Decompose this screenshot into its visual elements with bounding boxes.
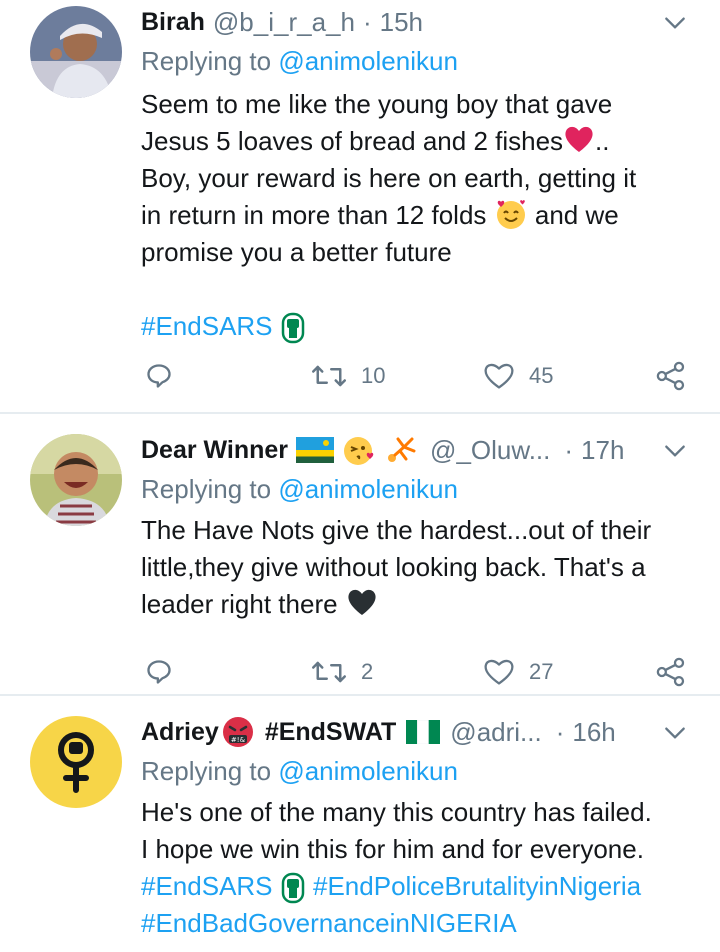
- retweet-button[interactable]: 10: [311, 356, 385, 396]
- display-name[interactable]: Dear Winner: [141, 436, 288, 465]
- tweet-text-line: promise you a better future: [141, 237, 452, 267]
- tweet-text-line: Jesus 5 loaves of bread and 2 fishes..: [141, 126, 610, 156]
- avatar[interactable]: [30, 6, 122, 98]
- svg-text:#!&: #!&: [231, 736, 246, 744]
- tweet-text-line: leader right there: [141, 586, 700, 623]
- chevron-down-icon[interactable]: [662, 10, 688, 36]
- avatar[interactable]: [30, 434, 122, 526]
- reply-icon: [147, 660, 171, 684]
- share-button[interactable]: [655, 356, 687, 396]
- like-button[interactable]: 27: [483, 652, 553, 692]
- nigeria-flag-emoji: [406, 720, 441, 744]
- heart-icon: [484, 659, 514, 685]
- raised-fist-emoji: [281, 872, 305, 904]
- tweet-3[interactable]: Adriey #!& #EndSWAT @adri... · 16h Reply…: [0, 696, 720, 952]
- hashtag-link[interactable]: #EndBadGovernanceinNIGERIA: [141, 908, 517, 938]
- tweet-header: Adriey #!& #EndSWAT @adri... · 16h: [141, 712, 616, 752]
- tweet-header: Dear Winner @_Oluw... · 17h: [141, 430, 624, 470]
- hashtag-link[interactable]: #EndPoliceBrutalityinNigeria: [313, 871, 641, 901]
- retweet-icon: [312, 661, 346, 683]
- face-with-symbols-on-mouth-emoji: #!&: [221, 715, 255, 749]
- replying-to-label: Replying to: [141, 46, 279, 76]
- like-count: 27: [529, 659, 554, 684]
- replying-to: Replying to @animolenikun: [141, 46, 458, 77]
- display-name[interactable]: Adriey: [141, 718, 219, 747]
- raised-fist-emoji: [281, 312, 305, 344]
- avatar[interactable]: [30, 716, 122, 808]
- display-name[interactable]: Birah: [141, 8, 205, 37]
- separator: ·: [362, 6, 372, 37]
- retweet-count: 10: [361, 363, 386, 388]
- replying-to-label: Replying to: [141, 756, 279, 786]
- timestamp[interactable]: 16h: [572, 717, 615, 748]
- hashtag-link[interactable]: #EndSARS: [141, 311, 273, 341]
- tweet-text-line: I hope we win this for him and for every…: [141, 834, 644, 864]
- replying-to: Replying to @animolenikun: [141, 756, 458, 787]
- display-name-suffix: #EndSWAT: [264, 717, 397, 746]
- handle[interactable]: @_Oluw...: [430, 435, 550, 466]
- handle[interactable]: @adri...: [450, 717, 541, 748]
- chevron-down-icon[interactable]: [662, 720, 688, 746]
- flag-emoji: [296, 437, 335, 463]
- tweet-text-line: The Have Nots give the hardest...out of …: [141, 515, 652, 545]
- hashtag-link[interactable]: #EndSARS: [141, 871, 273, 901]
- tweet-2[interactable]: Dear Winner @_Oluw... · 17h Replying to …: [0, 414, 720, 694]
- tweet-text: He's one of the many this country has fa…: [141, 794, 700, 942]
- retweet-button[interactable]: 2: [311, 652, 373, 692]
- tweet-text-line: Boy, your reward is here on earth, getti…: [141, 163, 637, 193]
- timestamp[interactable]: 15h: [380, 7, 423, 38]
- mention-link[interactable]: @animolenikun: [278, 46, 458, 76]
- share-icon: [656, 657, 685, 687]
- mention-link[interactable]: @animolenikun: [278, 474, 458, 504]
- like-count: 45: [529, 363, 554, 388]
- tweet-actions: 2 27: [141, 652, 700, 692]
- tweet-text-line: Seem to me like the young boy that gave: [141, 89, 613, 119]
- hashtag-line: #EndBadGovernanceinNIGERIA: [141, 905, 700, 942]
- mention-link[interactable]: @animolenikun: [278, 756, 458, 786]
- reply-button[interactable]: [145, 652, 173, 692]
- heart-icon: [484, 363, 514, 389]
- tweet-text: Seem to me like the young boy that gave …: [141, 86, 700, 345]
- retweet-icon: [312, 365, 346, 387]
- chevron-down-icon[interactable]: [662, 438, 688, 464]
- like-button[interactable]: 45: [483, 356, 553, 396]
- separator: ·: [555, 716, 565, 747]
- reply-button[interactable]: [145, 356, 173, 396]
- tweet-1[interactable]: Birah @b_i_r_a_h · 15h Replying to @anim…: [0, 0, 720, 412]
- separator: ·: [564, 434, 574, 465]
- smiling-face-with-hearts-emoji: [496, 200, 525, 229]
- share-icon: [656, 361, 685, 391]
- tweet-text-line: little,they give without looking back. T…: [141, 552, 646, 582]
- person-cartwheeling-emoji: [384, 433, 418, 467]
- red-heart-emoji: [565, 126, 593, 152]
- tweet-header: Birah @b_i_r_a_h · 15h: [141, 2, 423, 42]
- share-button[interactable]: [655, 652, 687, 692]
- hashtag-line: #EndSARS #EndPoliceBrutalityinNigeria: [141, 868, 700, 905]
- tweet-text-line: in return in more than 12 folds and we: [141, 197, 700, 234]
- handle[interactable]: @b_i_r_a_h: [213, 7, 355, 38]
- face-blowing-kiss-emoji: [342, 433, 376, 467]
- hashtag-line: #EndSARS: [141, 308, 700, 345]
- replying-to: Replying to @animolenikun: [141, 474, 458, 505]
- tweet-text-line: He's one of the many this country has fa…: [141, 797, 652, 827]
- retweet-count: 2: [361, 659, 374, 684]
- timestamp[interactable]: 17h: [581, 435, 624, 466]
- replying-to-label: Replying to: [141, 474, 279, 504]
- tweet-actions: 10 45: [141, 356, 700, 396]
- black-heart-emoji: [348, 589, 376, 615]
- reply-icon: [147, 364, 171, 388]
- tweet-text: The Have Nots give the hardest...out of …: [141, 512, 700, 623]
